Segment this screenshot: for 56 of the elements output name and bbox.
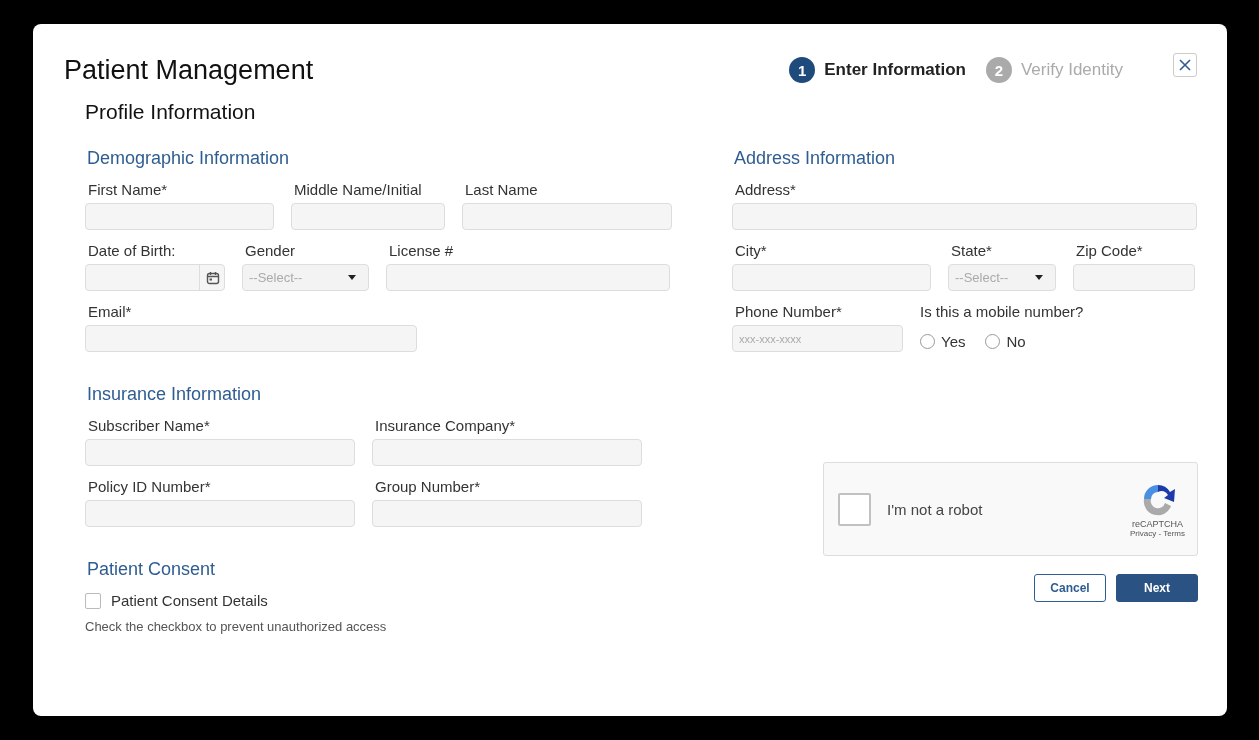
checkbox-label: Patient Consent Details bbox=[111, 592, 268, 609]
field-label: Group Number* bbox=[375, 478, 482, 495]
radio-label: No bbox=[1006, 333, 1026, 350]
next-button[interactable]: Next bbox=[1116, 574, 1198, 602]
section-title: Profile Information bbox=[85, 100, 257, 124]
checkbox[interactable] bbox=[85, 592, 101, 609]
field-label: Is this a mobile number? bbox=[920, 303, 1085, 320]
field-label: Last Name bbox=[465, 181, 539, 198]
field-label: Email* bbox=[88, 303, 133, 320]
field-label: First Name* bbox=[88, 181, 169, 198]
input-field[interactable] bbox=[732, 264, 931, 291]
field-label: Insurance Company* bbox=[375, 417, 517, 434]
field-label: State* bbox=[951, 242, 993, 259]
field-label: Address* bbox=[735, 181, 797, 198]
captcha-brand: reCAPTCHA bbox=[1132, 518, 1183, 529]
dialog-title: Patient Management bbox=[64, 54, 314, 86]
field-label: Subscriber Name* bbox=[88, 417, 211, 434]
radio-label: Yes bbox=[941, 333, 966, 350]
input-field[interactable]: xxx-xxx-xxxx bbox=[732, 325, 903, 352]
input-field[interactable] bbox=[85, 325, 417, 352]
hint-text: Check the checkbox to prevent unauthorized access bbox=[85, 619, 388, 634]
close-button[interactable] bbox=[1173, 53, 1197, 77]
section-heading: Demographic Information bbox=[87, 148, 291, 169]
field-label: Phone Number* bbox=[735, 303, 843, 320]
field-label: Gender bbox=[245, 242, 297, 259]
input-field[interactable] bbox=[732, 203, 1197, 230]
field-label: Middle Name/Initial bbox=[294, 181, 423, 198]
captcha-links[interactable]: Privacy - Terms bbox=[1130, 528, 1185, 538]
captcha-label: I'm not a robot bbox=[887, 500, 983, 518]
section-heading: Address Information bbox=[734, 148, 897, 169]
input-field[interactable] bbox=[372, 500, 642, 527]
input-field[interactable] bbox=[372, 439, 642, 466]
field-label: Date of Birth: bbox=[88, 242, 177, 259]
input-field[interactable] bbox=[291, 203, 445, 230]
date-field[interactable] bbox=[85, 264, 225, 291]
field-label: Zip Code* bbox=[1076, 242, 1144, 259]
input-field[interactable] bbox=[85, 439, 355, 466]
input-field[interactable] bbox=[85, 203, 274, 230]
step-number: 2 bbox=[985, 57, 1012, 83]
field-label: License # bbox=[389, 242, 455, 259]
field-label: City* bbox=[735, 242, 768, 259]
captcha-checkbox[interactable] bbox=[838, 492, 871, 526]
step-tab[interactable]: Enter Information bbox=[824, 60, 966, 80]
caret-icon bbox=[1035, 275, 1043, 280]
input-field[interactable] bbox=[85, 500, 355, 527]
input-field[interactable] bbox=[462, 203, 672, 230]
step-number: 1 bbox=[789, 57, 816, 83]
field-label: Policy ID Number* bbox=[88, 478, 212, 495]
section-heading: Patient Consent bbox=[87, 559, 217, 580]
input-field[interactable] bbox=[386, 264, 670, 291]
input-field[interactable] bbox=[1073, 264, 1195, 291]
calendar-icon[interactable] bbox=[206, 270, 220, 285]
section-heading: Insurance Information bbox=[87, 384, 263, 405]
caret-icon bbox=[348, 275, 356, 280]
close-icon bbox=[1179, 59, 1191, 71]
cancel-button[interactable]: Cancel bbox=[1034, 574, 1106, 602]
